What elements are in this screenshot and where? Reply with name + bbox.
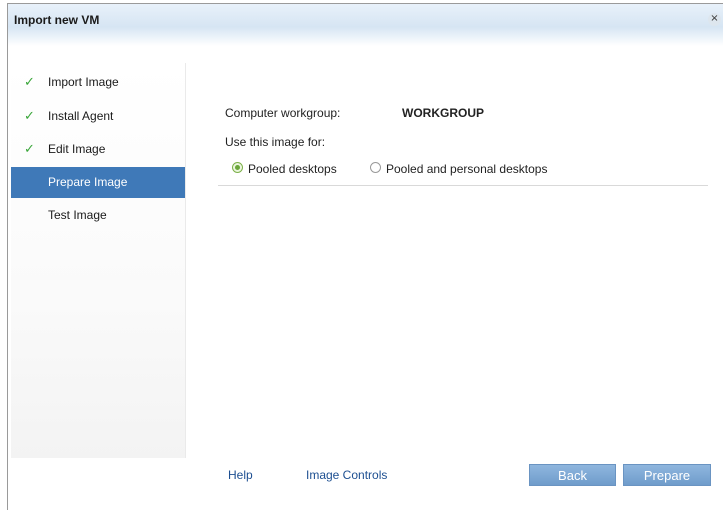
dialog-titlebar: Import new VM <box>8 4 723 46</box>
step-edit-image[interactable]: ✓ Edit Image <box>11 134 185 165</box>
help-link[interactable]: Help <box>228 468 253 482</box>
back-button[interactable]: Back <box>529 464 616 486</box>
checkmark-icon: ✓ <box>24 109 35 124</box>
wizard-steps-sidebar: ✓ Import Image ✓ Install Agent ✓ Edit Im… <box>11 63 186 458</box>
step-test-image[interactable]: Test Image <box>11 200 185 231</box>
pooled-desktops-radio[interactable] <box>232 162 243 173</box>
step-install-agent[interactable]: ✓ Install Agent <box>11 101 185 132</box>
close-icon[interactable]: × <box>708 13 721 26</box>
step-label: Import Image <box>48 75 119 89</box>
step-import-image[interactable]: ✓ Import Image <box>11 67 185 98</box>
workgroup-label: Computer workgroup: <box>225 106 341 120</box>
pooled-personal-radio[interactable] <box>370 162 381 173</box>
step-label: Edit Image <box>48 142 106 156</box>
step-label: Test Image <box>48 208 107 222</box>
image-controls-link[interactable]: Image Controls <box>306 468 387 482</box>
pooled-desktops-label[interactable]: Pooled desktops <box>248 162 337 176</box>
prepare-button[interactable]: Prepare <box>623 464 711 486</box>
workgroup-value: WORKGROUP <box>402 106 484 120</box>
divider <box>218 185 708 186</box>
step-label: Install Agent <box>48 109 114 123</box>
step-prepare-image[interactable]: Prepare Image <box>11 167 185 198</box>
step-label: Prepare Image <box>48 175 128 189</box>
checkmark-icon: ✓ <box>24 75 35 90</box>
use-image-label: Use this image for: <box>225 135 326 149</box>
pooled-personal-label[interactable]: Pooled and personal desktops <box>386 162 547 176</box>
checkmark-icon: ✓ <box>24 142 35 157</box>
dialog-title: Import new VM <box>14 13 100 27</box>
